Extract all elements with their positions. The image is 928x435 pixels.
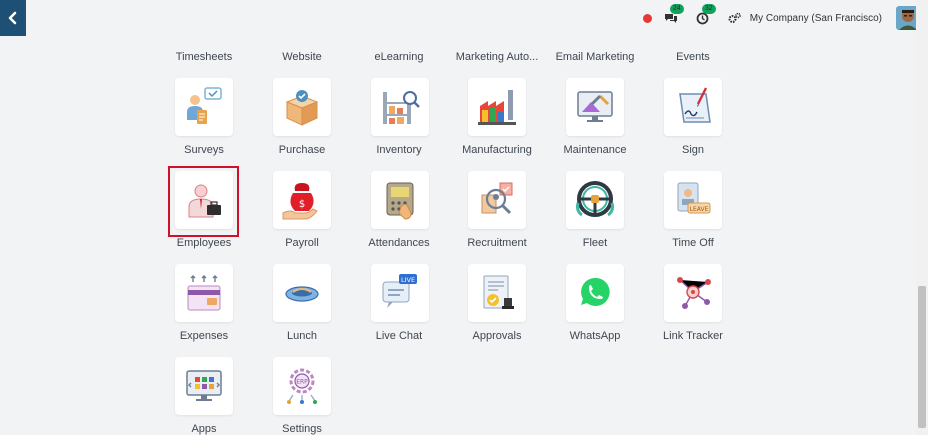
app-maintenance[interactable] [566,78,624,136]
live-tag: LIVE [401,276,415,284]
sign-icon [679,87,711,123]
app-recruitment[interactable] [468,171,526,229]
apps-icon [186,370,222,401]
surveys-icon [187,87,222,124]
svg-text:$: $ [299,199,305,210]
app-settings[interactable]: ERP [273,357,331,415]
gears-icon [728,12,742,23]
systray: 24 32 My Company (San Francisco) [642,4,920,30]
app-attendances[interactable] [371,171,429,229]
activities-button[interactable]: 32 [694,4,716,27]
app-surveys[interactable] [175,78,233,136]
recruitment-icon [481,182,513,215]
whatsapp-icon [581,277,610,306]
app-employees[interactable] [175,171,233,229]
fleet-icon [576,181,614,217]
app-label-surveys[interactable]: Surveys [149,144,259,156]
app-apps[interactable] [175,357,233,415]
app-label-email-marketing[interactable]: Email Marketing [540,51,650,63]
app-label-elearning[interactable]: eLearning [344,51,454,63]
app-label-live-chat[interactable]: Live Chat [344,330,454,342]
lunch-icon [285,286,319,302]
scrollbar-thumb[interactable] [918,286,926,428]
app-label-website[interactable]: Website [247,51,357,63]
payroll-icon: $ [282,183,318,220]
app-whatsapp[interactable] [566,264,624,322]
app-label-apps[interactable]: Apps [149,423,259,435]
status-dot [642,13,652,23]
app-manufacturing[interactable] [468,78,526,136]
manufacturing-icon [478,90,516,125]
switch-company-button[interactable] [726,9,744,27]
app-label-timesheets[interactable]: Timesheets [149,51,259,63]
app-lunch[interactable] [273,264,331,322]
settings-icon: ERP [287,368,317,404]
leave-tag: LEAVE [690,206,709,213]
app-label-marketing-automation[interactable]: Marketing Auto... [442,51,552,63]
app-label-settings[interactable]: Settings [247,423,357,435]
app-time-off[interactable]: LEAVE [664,171,722,229]
employees-icon [188,184,221,218]
app-approvals[interactable] [468,264,526,322]
app-label-expenses[interactable]: Expenses [149,330,259,342]
company-name[interactable]: My Company (San Francisco) [750,13,882,24]
app-label-attendances[interactable]: Attendances [344,237,454,249]
app-label-recruitment[interactable]: Recruitment [442,237,552,249]
app-label-approvals[interactable]: Approvals [442,330,552,342]
app-sign[interactable] [664,78,722,136]
app-purchase[interactable] [273,78,331,136]
app-label-sign[interactable]: Sign [638,144,748,156]
app-live-chat[interactable]: LIVE [371,264,429,322]
maintenance-icon [577,91,613,122]
approvals-icon [483,275,514,309]
app-inventory[interactable] [371,78,429,136]
attendances-icon [386,182,414,220]
purchase-icon [285,90,319,126]
app-label-link-tracker[interactable]: Link Tracker [638,330,748,342]
app-label-maintenance[interactable]: Maintenance [540,144,650,156]
chevron-left-icon [8,11,17,25]
activities-badge: 32 [701,4,716,14]
app-label-manufacturing[interactable]: Manufacturing [442,144,552,156]
app-link-tracker[interactable] [664,264,722,322]
app-label-employees[interactable]: Employees [149,237,259,249]
app-label-fleet[interactable]: Fleet [540,237,650,249]
link-tracker-icon [677,277,711,309]
app-label-events[interactable]: Events [638,51,748,63]
app-label-inventory[interactable]: Inventory [344,144,454,156]
expenses-icon [187,275,221,311]
app-payroll[interactable]: $ [273,171,331,229]
app-label-purchase[interactable]: Purchase [247,144,357,156]
erp-tag: ERP [296,379,308,386]
live-chat-icon: LIVE [382,274,417,308]
app-fleet[interactable] [566,171,624,229]
messages-button[interactable]: 24 [662,4,684,27]
app-label-lunch[interactable]: Lunch [247,330,357,342]
app-label-whatsapp[interactable]: WhatsApp [540,330,650,342]
app-label-time-off[interactable]: Time Off [638,237,748,249]
app-label-payroll[interactable]: Payroll [247,237,357,249]
inventory-icon [383,91,420,124]
time-off-icon: LEAVE [677,182,711,214]
app-expenses[interactable] [175,264,233,322]
messages-badge: 24 [669,4,684,14]
back-button[interactable] [0,0,26,36]
